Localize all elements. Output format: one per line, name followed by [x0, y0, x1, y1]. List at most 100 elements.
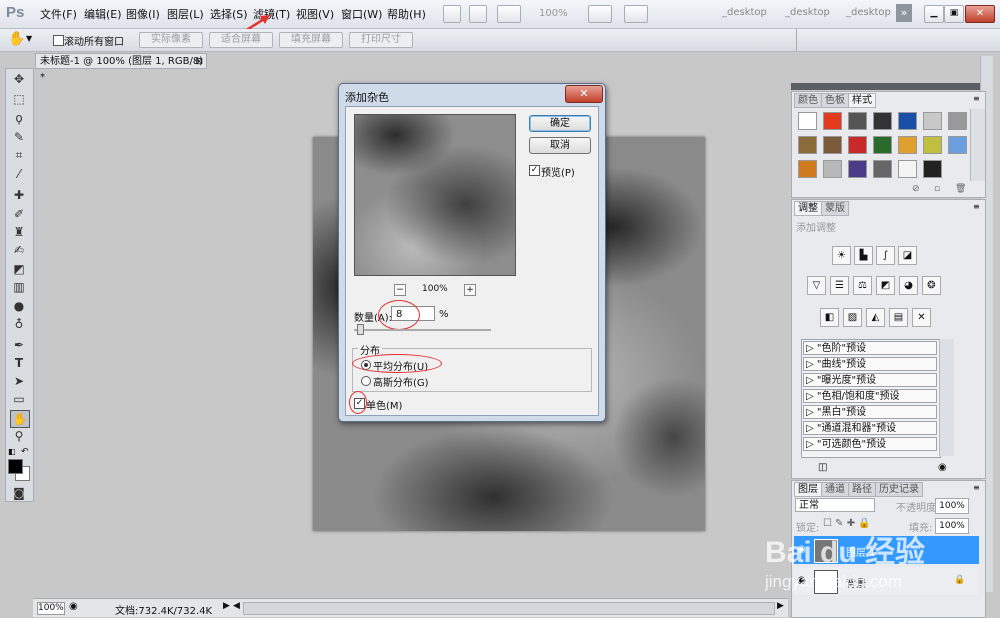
marquee-tool-icon[interactable]: ⬚: [10, 91, 28, 107]
crop-tool-icon[interactable]: ⌗: [10, 147, 28, 163]
style-swatch[interactable]: [823, 160, 842, 178]
tab-masks[interactable]: 蒙版: [821, 201, 849, 216]
ok-button[interactable]: 确定: [529, 115, 591, 132]
bridge-button[interactable]: [443, 5, 461, 23]
foreground-color-swatch[interactable]: [8, 459, 23, 474]
blur-tool-icon[interactable]: ●: [10, 298, 28, 314]
dialog-close-button[interactable]: ✕: [565, 85, 603, 103]
brightness-icon[interactable]: ☀: [832, 246, 851, 265]
print-size-button[interactable]: 打印尺寸: [349, 32, 413, 48]
tool-preset-chevron-icon[interactable]: ▼: [26, 34, 32, 43]
threshold-icon[interactable]: ◭: [866, 308, 885, 327]
cancel-button[interactable]: 取消: [529, 137, 591, 154]
adjust-footer-icon[interactable]: ◉: [938, 462, 947, 473]
style-swatch[interactable]: [848, 112, 867, 130]
minimize-button[interactable]: ▁: [924, 5, 944, 23]
more-workspaces-icon[interactable]: »: [896, 4, 912, 22]
preview-checkbox[interactable]: ✓: [529, 165, 540, 176]
close-button[interactable]: ✕: [965, 5, 995, 23]
style-swatch[interactable]: [923, 112, 942, 130]
style-swatch[interactable]: [898, 112, 917, 130]
gradient-tool-icon[interactable]: ▥: [10, 279, 28, 295]
preview-zoom-in-button[interactable]: +: [464, 284, 476, 296]
tab-history[interactable]: 历史记录: [875, 482, 923, 497]
preview-zoom-out-button[interactable]: −: [394, 284, 406, 296]
actual-pixels-button[interactable]: 实际像素: [139, 32, 203, 48]
style-swatch[interactable]: [823, 112, 842, 130]
history-brush-icon[interactable]: ✍: [10, 242, 28, 258]
style-swatch[interactable]: [923, 136, 942, 154]
shape-tool-icon[interactable]: ▭: [10, 391, 28, 407]
panel-menu-icon[interactable]: ≡: [973, 94, 980, 103]
hue-saturation-icon[interactable]: ☰: [830, 276, 849, 295]
adjust-menu-icon[interactable]: ≡: [973, 202, 980, 211]
tab-swatches[interactable]: 色板: [821, 93, 849, 108]
style-swatch[interactable]: [848, 136, 867, 154]
blend-mode-select[interactable]: 正常: [795, 498, 875, 512]
amount-slider-thumb[interactable]: [356, 324, 364, 335]
preset-levels[interactable]: ▷ "色阶"预设: [803, 341, 937, 355]
type-tool-icon[interactable]: T: [10, 355, 28, 371]
preset-curves[interactable]: ▷ "曲线"预设: [803, 357, 937, 371]
vibrance-icon[interactable]: ▽: [807, 276, 826, 295]
preset-black-white[interactable]: ▷ "黑白"预设: [803, 405, 937, 419]
hand-tool-icon-active[interactable]: ✋: [10, 410, 30, 428]
style-swatch[interactable]: [873, 160, 892, 178]
horizontal-scrollbar[interactable]: [243, 602, 775, 615]
minibridge-button[interactable]: [469, 5, 487, 23]
style-swatch[interactable]: [823, 136, 842, 154]
workspace-1[interactable]: _desktop: [722, 7, 767, 18]
style-swatch[interactable]: [873, 136, 892, 154]
scroll-all-windows-checkbox[interactable]: [53, 35, 64, 46]
eraser-tool-icon[interactable]: ◩: [10, 261, 28, 277]
style-swatch[interactable]: [923, 160, 942, 178]
menu-help[interactable]: 帮助(H): [387, 6, 426, 22]
status-menu-arrow-icon[interactable]: ▶: [223, 601, 230, 611]
brush-tool-icon[interactable]: ✐: [10, 206, 28, 222]
channel-mixer-icon[interactable]: ❂: [922, 276, 941, 295]
zoom-tool-icon[interactable]: ⚲: [10, 428, 28, 444]
invert-icon[interactable]: ◧: [820, 308, 839, 327]
menu-image[interactable]: 图像(I): [126, 6, 160, 22]
zoom-select[interactable]: 100%: [539, 8, 568, 19]
style-swatch[interactable]: [898, 136, 917, 154]
levels-icon[interactable]: ▙: [854, 246, 873, 265]
styles-scrollbar[interactable]: [970, 109, 985, 181]
exposure-icon[interactable]: ◪: [898, 246, 917, 265]
fill-input[interactable]: 100%: [935, 518, 969, 534]
new-style-icon[interactable]: ▫: [934, 184, 940, 194]
style-swatch[interactable]: [798, 136, 817, 154]
style-swatch[interactable]: [948, 136, 967, 154]
eyedropper-tool-icon[interactable]: ⁄: [10, 166, 28, 182]
hand-tool-icon[interactable]: ✋: [8, 31, 25, 47]
curves-icon[interactable]: ∫: [876, 246, 895, 265]
preset-selective-color[interactable]: ▷ "可选颜色"预设: [803, 437, 937, 451]
scroll-right-icon[interactable]: ▶: [777, 601, 784, 611]
pen-tool-icon[interactable]: ✒: [10, 337, 28, 353]
delete-style-icon[interactable]: 🗑: [955, 184, 966, 194]
menu-layer[interactable]: 图层(L): [167, 6, 204, 22]
noise-preview[interactable]: [354, 114, 516, 276]
style-swatch[interactable]: [798, 112, 817, 130]
style-swatch[interactable]: [898, 160, 917, 178]
default-colors-icon[interactable]: ◧: [8, 447, 16, 456]
gaussian-radio[interactable]: [361, 376, 371, 386]
fill-screen-button[interactable]: 填充屏幕: [279, 32, 343, 48]
tab-close-icon[interactable]: ⊠: [195, 54, 203, 70]
maximize-button[interactable]: ▣: [944, 5, 964, 23]
tab-adjustments[interactable]: 调整: [794, 201, 822, 216]
healing-brush-icon[interactable]: ✚: [10, 187, 28, 203]
status-camera-icon[interactable]: ◉: [69, 601, 78, 612]
opacity-input[interactable]: 100%: [935, 498, 969, 514]
presets-scrollbar[interactable]: [939, 339, 954, 456]
no-style-icon[interactable]: ⊘: [912, 184, 920, 194]
style-swatch[interactable]: [848, 160, 867, 178]
move-tool-icon[interactable]: ✥: [10, 71, 28, 87]
menu-view[interactable]: 视图(V): [296, 6, 334, 22]
black-white-icon[interactable]: ◩: [876, 276, 895, 295]
status-zoom[interactable]: 100%: [37, 602, 65, 615]
gradient-map-icon[interactable]: ▤: [889, 308, 908, 327]
clip-layer-icon[interactable]: ◫: [818, 462, 827, 473]
color-balance-icon[interactable]: ⚖: [853, 276, 872, 295]
photo-filter-icon[interactable]: ◕: [899, 276, 918, 295]
